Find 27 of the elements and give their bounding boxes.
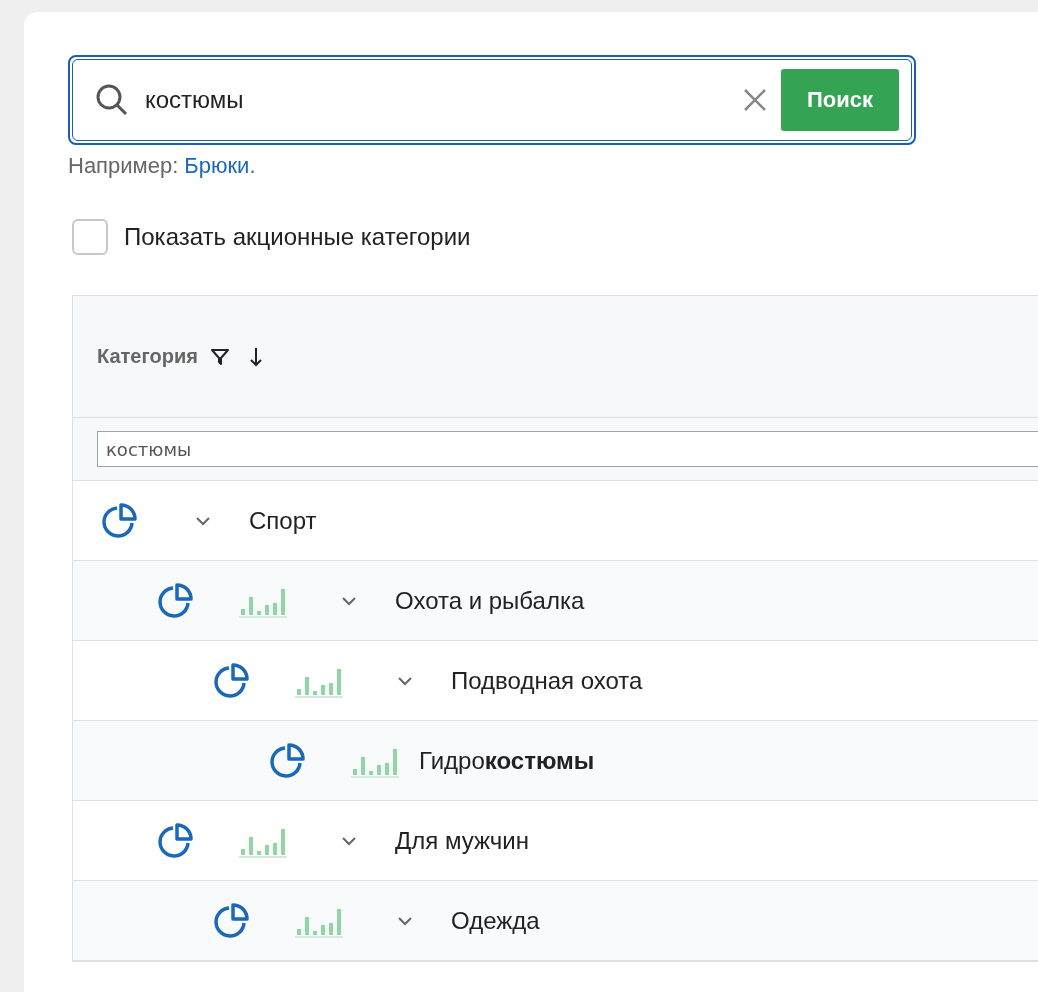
filter-icon[interactable] bbox=[209, 346, 230, 367]
category-label: Подводная охота bbox=[451, 666, 643, 695]
pie-chart-icon[interactable] bbox=[101, 502, 137, 539]
hint-text: Например: bbox=[68, 153, 179, 179]
pie-chart-icon[interactable] bbox=[157, 822, 193, 859]
pie-chart-icon[interactable] bbox=[157, 582, 193, 619]
filter-field[interactable]: костюмы bbox=[97, 431, 1038, 467]
pie-chart-icon[interactable] bbox=[269, 742, 305, 779]
pie-chart-icon[interactable] bbox=[213, 662, 249, 699]
tree-row[interactable]: Одежда bbox=[73, 881, 1038, 961]
category-label: Одежда bbox=[451, 906, 540, 935]
tree-row[interactable]: Гидрокостюмы bbox=[73, 721, 1038, 801]
category-label: Охота и рыбалка bbox=[395, 586, 585, 615]
sort-arrow-icon[interactable] bbox=[247, 345, 264, 368]
example-link[interactable]: Брюки bbox=[184, 153, 250, 179]
category-label: Спорт bbox=[249, 506, 317, 535]
category-label: Для мужчин bbox=[395, 826, 529, 855]
search-field[interactable]: костюмы Поиск bbox=[68, 55, 916, 145]
category-label: Гидрокостюмы bbox=[419, 746, 595, 775]
tree-row[interactable]: Охота и рыбалка bbox=[73, 561, 1038, 641]
search-icon bbox=[95, 83, 129, 117]
column-title[interactable]: Категория bbox=[97, 345, 198, 368]
checkbox-label[interactable]: Показать акционные категории bbox=[124, 223, 471, 251]
checkbox[interactable] bbox=[72, 219, 108, 255]
close-icon[interactable] bbox=[742, 88, 767, 112]
pie-chart-icon[interactable] bbox=[213, 902, 249, 939]
hint-period: . bbox=[249, 153, 256, 179]
